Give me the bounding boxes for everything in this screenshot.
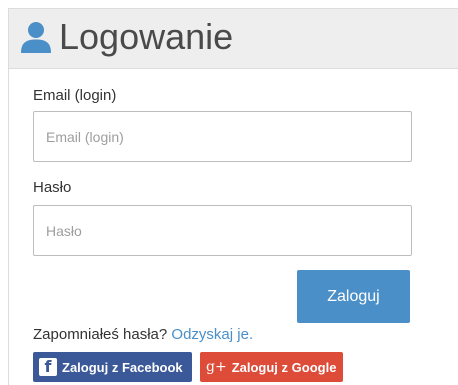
panel-header: Logowanie [9, 9, 458, 69]
user-icon [21, 22, 51, 53]
forgot-password-row: Zapomniałeś hasła? Odzyskaj je. [33, 326, 253, 343]
login-panel: Logowanie Email (login) Hasło Zaloguj Za… [8, 8, 458, 385]
password-input[interactable] [33, 205, 412, 256]
google-plus-icon: g+ [206, 359, 227, 375]
email-label: Email (login) [33, 87, 117, 104]
facebook-icon: f [39, 358, 57, 376]
page-title: Logowanie [59, 16, 234, 57]
facebook-login-label: Zaloguj z Facebook [62, 359, 183, 375]
email-input[interactable] [33, 111, 412, 162]
forgot-password-text: Zapomniałeś hasła? [33, 326, 168, 343]
password-label: Hasło [33, 179, 72, 196]
recover-password-link[interactable]: Odzyskaj je. [171, 326, 253, 343]
facebook-login-button[interactable]: f Zaloguj z Facebook [33, 352, 192, 382]
google-login-label: Zaloguj z Google [231, 359, 337, 375]
google-login-button[interactable]: g+ Zaloguj z Google [200, 352, 343, 382]
login-button[interactable]: Zaloguj [297, 270, 410, 323]
